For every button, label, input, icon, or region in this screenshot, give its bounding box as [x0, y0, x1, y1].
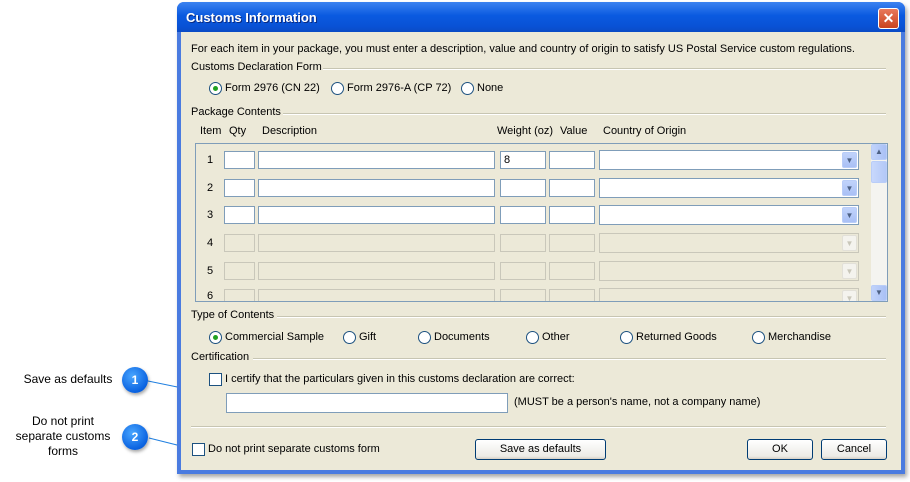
- row-4-value-input: [549, 234, 595, 252]
- row-3-number: 3: [207, 209, 214, 221]
- contents-type-divider: [277, 316, 886, 318]
- package-divider: [283, 113, 886, 115]
- certifier-name-hint: (MUST be a person's name, not a company …: [514, 396, 761, 408]
- row-4-description-input: [258, 234, 495, 252]
- certification-group-label: Certification: [191, 351, 250, 363]
- callout-2-text: Do not print separate customs forms: [15, 414, 111, 458]
- no-print-label: Do not print separate customs form: [208, 443, 380, 455]
- row-5-value-input: [549, 262, 595, 280]
- title-bar[interactable]: Customs Information ✕: [177, 2, 905, 32]
- chevron-down-icon: ▼: [842, 290, 857, 301]
- row-5-description-input: [258, 262, 495, 280]
- col-header-value: Value: [560, 125, 588, 137]
- radio-form-2976a[interactable]: [331, 82, 344, 95]
- row-5-country-select: ▼: [599, 261, 859, 281]
- scroll-thumb[interactable]: [871, 161, 887, 183]
- row-3-qty-input[interactable]: [224, 206, 255, 224]
- radio-merchandise[interactable]: [752, 331, 765, 344]
- row-3-weight-input[interactable]: [500, 206, 546, 224]
- no-print-checkbox[interactable]: [192, 443, 205, 456]
- col-header-qty: Qty: [229, 125, 247, 137]
- radio-commercial-sample-label: Commercial Sample: [225, 331, 325, 343]
- row-2-description-input[interactable]: [258, 179, 495, 197]
- row-6-weight-input: [500, 289, 546, 301]
- callout-1-badge: 1: [122, 367, 148, 393]
- row-6-country-select: ▼: [599, 288, 859, 301]
- row-6-qty-input: [224, 289, 255, 301]
- save-defaults-button[interactable]: Save as defaults: [475, 439, 606, 460]
- col-header-weight: Weight (oz): [497, 125, 554, 137]
- row-6-number: 6: [207, 290, 214, 302]
- row-2-qty-input[interactable]: [224, 179, 255, 197]
- dialog-title: Customs Information: [186, 10, 317, 25]
- radio-none[interactable]: [461, 82, 474, 95]
- customs-dialog: Customs Information ✕ For each item in y…: [177, 2, 905, 474]
- certify-checkbox[interactable]: [209, 373, 222, 386]
- row-1-number: 1: [207, 154, 214, 166]
- row-1-country-select[interactable]: ▼: [599, 150, 859, 170]
- col-header-item: Item: [200, 125, 222, 137]
- row-5-number: 5: [207, 265, 214, 277]
- grid-scrollbar[interactable]: ▲ ▼: [871, 144, 887, 301]
- radio-form-2976-label: Form 2976 (CN 22): [225, 82, 320, 94]
- col-header-country: Country of Origin: [603, 125, 687, 137]
- scroll-down-icon[interactable]: ▼: [871, 285, 887, 301]
- chevron-down-icon[interactable]: ▼: [842, 180, 857, 196]
- row-2-country-select[interactable]: ▼: [599, 178, 859, 198]
- chevron-down-icon[interactable]: ▼: [842, 152, 857, 168]
- radio-commercial-sample[interactable]: [209, 331, 222, 344]
- row-5-qty-input: [224, 262, 255, 280]
- row-4-country-select: ▼: [599, 233, 859, 253]
- chevron-down-icon: ▼: [842, 263, 857, 279]
- row-3-description-input[interactable]: [258, 206, 495, 224]
- row-1-value-input[interactable]: [549, 151, 595, 169]
- radio-merchandise-label: Merchandise: [768, 331, 831, 343]
- row-1-qty-input[interactable]: [224, 151, 255, 169]
- callout-2-badge: 2: [122, 424, 148, 450]
- row-1-weight-input[interactable]: 8: [500, 151, 546, 169]
- certification-divider: [253, 358, 886, 360]
- row-6-description-input: [258, 289, 495, 301]
- row-2-number: 2: [207, 182, 214, 194]
- cancel-button[interactable]: Cancel: [821, 439, 887, 460]
- radio-form-2976a-label: Form 2976-A (CP 72): [347, 82, 452, 94]
- row-1-description-input[interactable]: [258, 151, 495, 169]
- package-contents-grid: 1 8 ▼ 2 ▼ 3 ▼ 4 ▼ 5 ▼ 6 ▼ ▲ ▼: [195, 143, 888, 302]
- ok-button[interactable]: OK: [747, 439, 813, 460]
- radio-none-label: None: [477, 82, 504, 94]
- row-6-value-input: [549, 289, 595, 301]
- row-5-weight-input: [500, 262, 546, 280]
- contents-type-group-label: Type of Contents: [191, 309, 275, 321]
- declaration-group-label: Customs Declaration Form: [191, 61, 322, 73]
- radio-returned-goods[interactable]: [620, 331, 633, 344]
- row-2-value-input[interactable]: [549, 179, 595, 197]
- callout-1-text: Save as defaults: [23, 372, 113, 386]
- chevron-down-icon: ▼: [842, 235, 857, 251]
- declaration-divider: [323, 68, 886, 70]
- radio-gift[interactable]: [343, 331, 356, 344]
- chevron-down-icon[interactable]: ▼: [842, 207, 857, 223]
- package-group-label: Package Contents: [191, 106, 281, 118]
- radio-returned-goods-label: Returned Goods: [636, 331, 717, 343]
- certify-checkbox-label: I certify that the particulars given in …: [225, 373, 575, 385]
- intro-text: For each item in your package, you must …: [191, 43, 855, 55]
- row-3-value-input[interactable]: [549, 206, 595, 224]
- radio-gift-label: Gift: [359, 331, 377, 343]
- scroll-up-icon[interactable]: ▲: [871, 144, 887, 160]
- row-4-qty-input: [224, 234, 255, 252]
- radio-documents-label: Documents: [434, 331, 490, 343]
- radio-other[interactable]: [526, 331, 539, 344]
- radio-other-label: Other: [542, 331, 570, 343]
- footer-divider: [191, 426, 886, 428]
- row-3-country-select[interactable]: ▼: [599, 205, 859, 225]
- radio-form-2976[interactable]: [209, 82, 222, 95]
- certifier-name-input[interactable]: [226, 393, 508, 413]
- row-2-weight-input[interactable]: [500, 179, 546, 197]
- row-4-number: 4: [207, 237, 214, 249]
- dialog-body: For each item in your package, you must …: [181, 32, 901, 470]
- close-icon[interactable]: ✕: [878, 8, 899, 29]
- radio-documents[interactable]: [418, 331, 431, 344]
- row-4-weight-input: [500, 234, 546, 252]
- col-header-description: Description: [262, 125, 318, 137]
